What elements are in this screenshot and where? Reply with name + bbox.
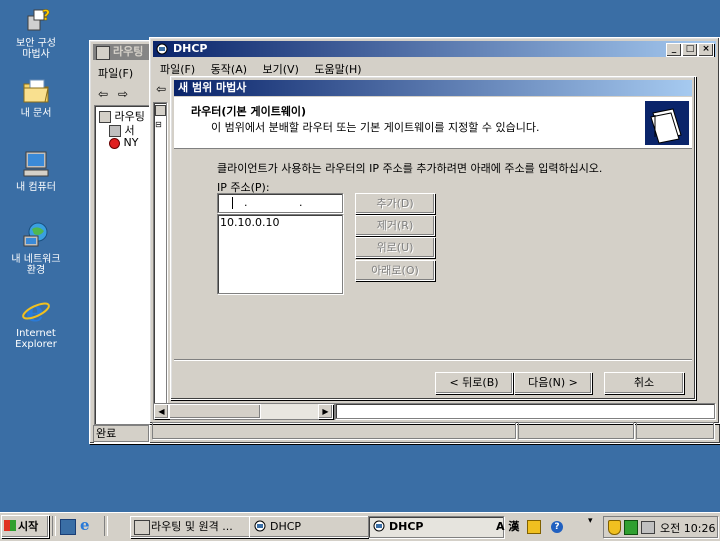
taskbar-dhcp-button-2[interactable]: DHCP <box>368 516 504 538</box>
move-up-button[interactable]: 위로(U) <box>355 237 435 258</box>
routing-back-icon[interactable]: ⇦ <box>98 87 108 101</box>
start-button[interactable]: 시작 <box>1 515 49 538</box>
desktop-icon-my-computer[interactable]: 내 컴퓨터 <box>2 148 70 193</box>
router-address-list[interactable]: 10.10.0.10 <box>217 214 343 294</box>
desktop-icon-label: 내 컴퓨터 <box>16 182 56 193</box>
routing-forward-icon[interactable]: ⇨ <box>118 87 128 101</box>
routing-task-icon <box>134 520 150 535</box>
close-button[interactable]: × <box>698 43 714 57</box>
desktop-icon-label: 보안 구성 마법사 <box>16 38 56 60</box>
dhcp-back-icon[interactable]: ⇦ <box>156 82 166 96</box>
start-label: 시작 <box>18 520 39 533</box>
wizard-title-bar[interactable]: 새 범위 마법사 <box>174 80 692 96</box>
dhcp-app-icon <box>156 43 168 55</box>
network-icon <box>20 220 52 252</box>
dhcp-window-title: DHCP <box>173 42 208 55</box>
wizard-separator <box>174 359 692 361</box>
routing-status-text: 완료 <box>96 427 117 440</box>
minimize-button[interactable]: _ <box>666 43 682 57</box>
quicklaunch-divider-2 <box>104 516 108 536</box>
dhcp-tree-icon <box>155 105 166 116</box>
dhcp-task-icon <box>372 520 386 533</box>
wizard-folder-icon <box>645 101 689 145</box>
back-button[interactable]: < 뒤로(B) <box>435 372 513 394</box>
dhcp-detail-pane-strip <box>335 403 715 419</box>
menu-file[interactable]: 파일(F) <box>160 63 195 76</box>
ime-options-icon[interactable]: ▾ <box>588 517 598 535</box>
dhcp-tree-pane[interactable]: ⊟ <box>153 102 167 404</box>
windows-logo-icon <box>4 520 16 531</box>
clock[interactable]: 오전 10:26 <box>660 520 715 536</box>
dhcp-hscrollbar[interactable]: ◀ ▶ <box>153 403 335 420</box>
wizard-title: 새 범위 마법사 <box>178 81 247 94</box>
routing-tree-pane[interactable]: 라우팅 서 NY <box>94 105 150 425</box>
task-label: DHCP <box>389 520 424 533</box>
wizard-header: 라우터(기본 게이트웨이) 이 범위에서 분배할 라우터 또는 기본 게이트웨이… <box>174 97 692 149</box>
dhcp-task-icon <box>253 520 267 533</box>
routing-tree-item[interactable]: NY <box>109 136 138 149</box>
taskbar-dhcp-button-1[interactable]: DHCP <box>249 516 385 538</box>
wizard-header-title: 라우터(기본 게이트웨이) <box>191 105 307 118</box>
ime-mode-text: A 漢 <box>496 520 520 533</box>
scroll-left-button[interactable]: ◀ <box>154 404 169 419</box>
desktop-icon-label: 내 문서 <box>20 108 52 119</box>
scroll-right-button[interactable]: ▶ <box>318 404 333 419</box>
routing-window-title: 라우팅 <box>113 45 144 58</box>
ime-hanja-icon[interactable] <box>527 520 542 534</box>
next-button[interactable]: 다음(N) > <box>514 372 592 394</box>
desktop-icon-label: 내 네트워크 환경 <box>11 254 61 276</box>
wizard-instruction: 클라이언트가 사용하는 라우터의 IP 주소를 추가하려면 아래에 주소를 입력… <box>217 162 603 175</box>
folder-documents-icon <box>20 74 52 106</box>
quicklaunch-ie-icon[interactable]: e <box>80 517 96 533</box>
routing-menubar: 파일(F) <box>98 65 145 81</box>
security-shield-icon[interactable] <box>608 520 621 535</box>
security-wizard-icon: ? <box>20 4 52 36</box>
taskbar: 시작 e 라우팅 및 원격 ... DHCP DHCP A 漢 ? ▾ 오전 1… <box>0 512 720 541</box>
routing-tree-label: NY <box>123 136 139 149</box>
dhcp-menubar: 파일(F) 동작(A) 보기(V) 도움말(H) <box>160 61 374 77</box>
monitor-tray-icon[interactable] <box>641 521 655 534</box>
ip-input-cursor <box>232 197 233 209</box>
dhcp-status-cell-3 <box>636 422 714 439</box>
computer-icon <box>20 148 52 180</box>
network-tray-icon[interactable] <box>624 520 638 535</box>
routing-menu-file[interactable]: 파일(F) <box>98 67 133 80</box>
address-list-item[interactable]: 10.10.0.10 <box>220 216 279 229</box>
desktop-icon-label: Internet Explorer <box>15 328 57 350</box>
dhcp-status-cell-1 <box>152 422 516 439</box>
desktop-icon-security-wizard[interactable]: ? 보안 구성 마법사 <box>2 4 70 60</box>
routing-app-icon <box>96 46 110 60</box>
desktop-icon-my-network[interactable]: 내 네트워크 환경 <box>2 220 70 276</box>
menu-help[interactable]: 도움말(H) <box>314 63 361 76</box>
system-tray: 오전 10:26 <box>603 516 718 538</box>
cancel-button[interactable]: 취소 <box>604 372 684 394</box>
dhcp-status-cell-2 <box>518 422 634 439</box>
maximize-button[interactable]: □ <box>682 43 698 57</box>
ime-toolbar[interactable]: A 漢 ? <box>496 517 582 536</box>
quicklaunch-divider <box>52 516 56 536</box>
add-button[interactable]: 추가(D) <box>355 193 435 214</box>
interface-down-icon <box>109 137 120 149</box>
desktop-icon-my-documents[interactable]: 내 문서 <box>2 74 70 119</box>
svg-text:?: ? <box>42 8 50 24</box>
menu-action[interactable]: 동작(A) <box>211 63 247 76</box>
dhcp-title-bar[interactable]: DHCP _ □ × <box>153 41 716 57</box>
new-scope-wizard-dialog[interactable]: 새 범위 마법사 라우터(기본 게이트웨이) 이 범위에서 분배할 라우터 또는… <box>170 76 696 400</box>
routing-status-bar: 완료 <box>93 425 149 442</box>
tree-collapse-icon[interactable]: ⊟ <box>155 121 162 129</box>
desktop-icon-internet-explorer[interactable]: e Internet Explorer <box>2 294 70 350</box>
move-down-button[interactable]: 아래로(O) <box>355 260 435 281</box>
menu-view[interactable]: 보기(V) <box>263 63 299 76</box>
task-label: DHCP <box>270 520 302 533</box>
show-desktop-icon[interactable] <box>60 519 76 535</box>
task-label: 라우팅 및 원격 ... <box>151 520 233 533</box>
wizard-header-subtitle: 이 범위에서 분배할 라우터 또는 기본 게이트웨이를 지정할 수 있습니다. <box>211 121 540 134</box>
remove-button[interactable]: 제거(R) <box>355 215 435 236</box>
taskbar-routing-button[interactable]: 라우팅 및 원격 ... <box>130 516 266 538</box>
ime-help-icon[interactable]: ? <box>551 521 564 533</box>
scroll-thumb[interactable] <box>169 404 261 419</box>
ip-address-input[interactable]: . . . <box>217 193 343 222</box>
internet-explorer-icon: e <box>20 294 52 328</box>
